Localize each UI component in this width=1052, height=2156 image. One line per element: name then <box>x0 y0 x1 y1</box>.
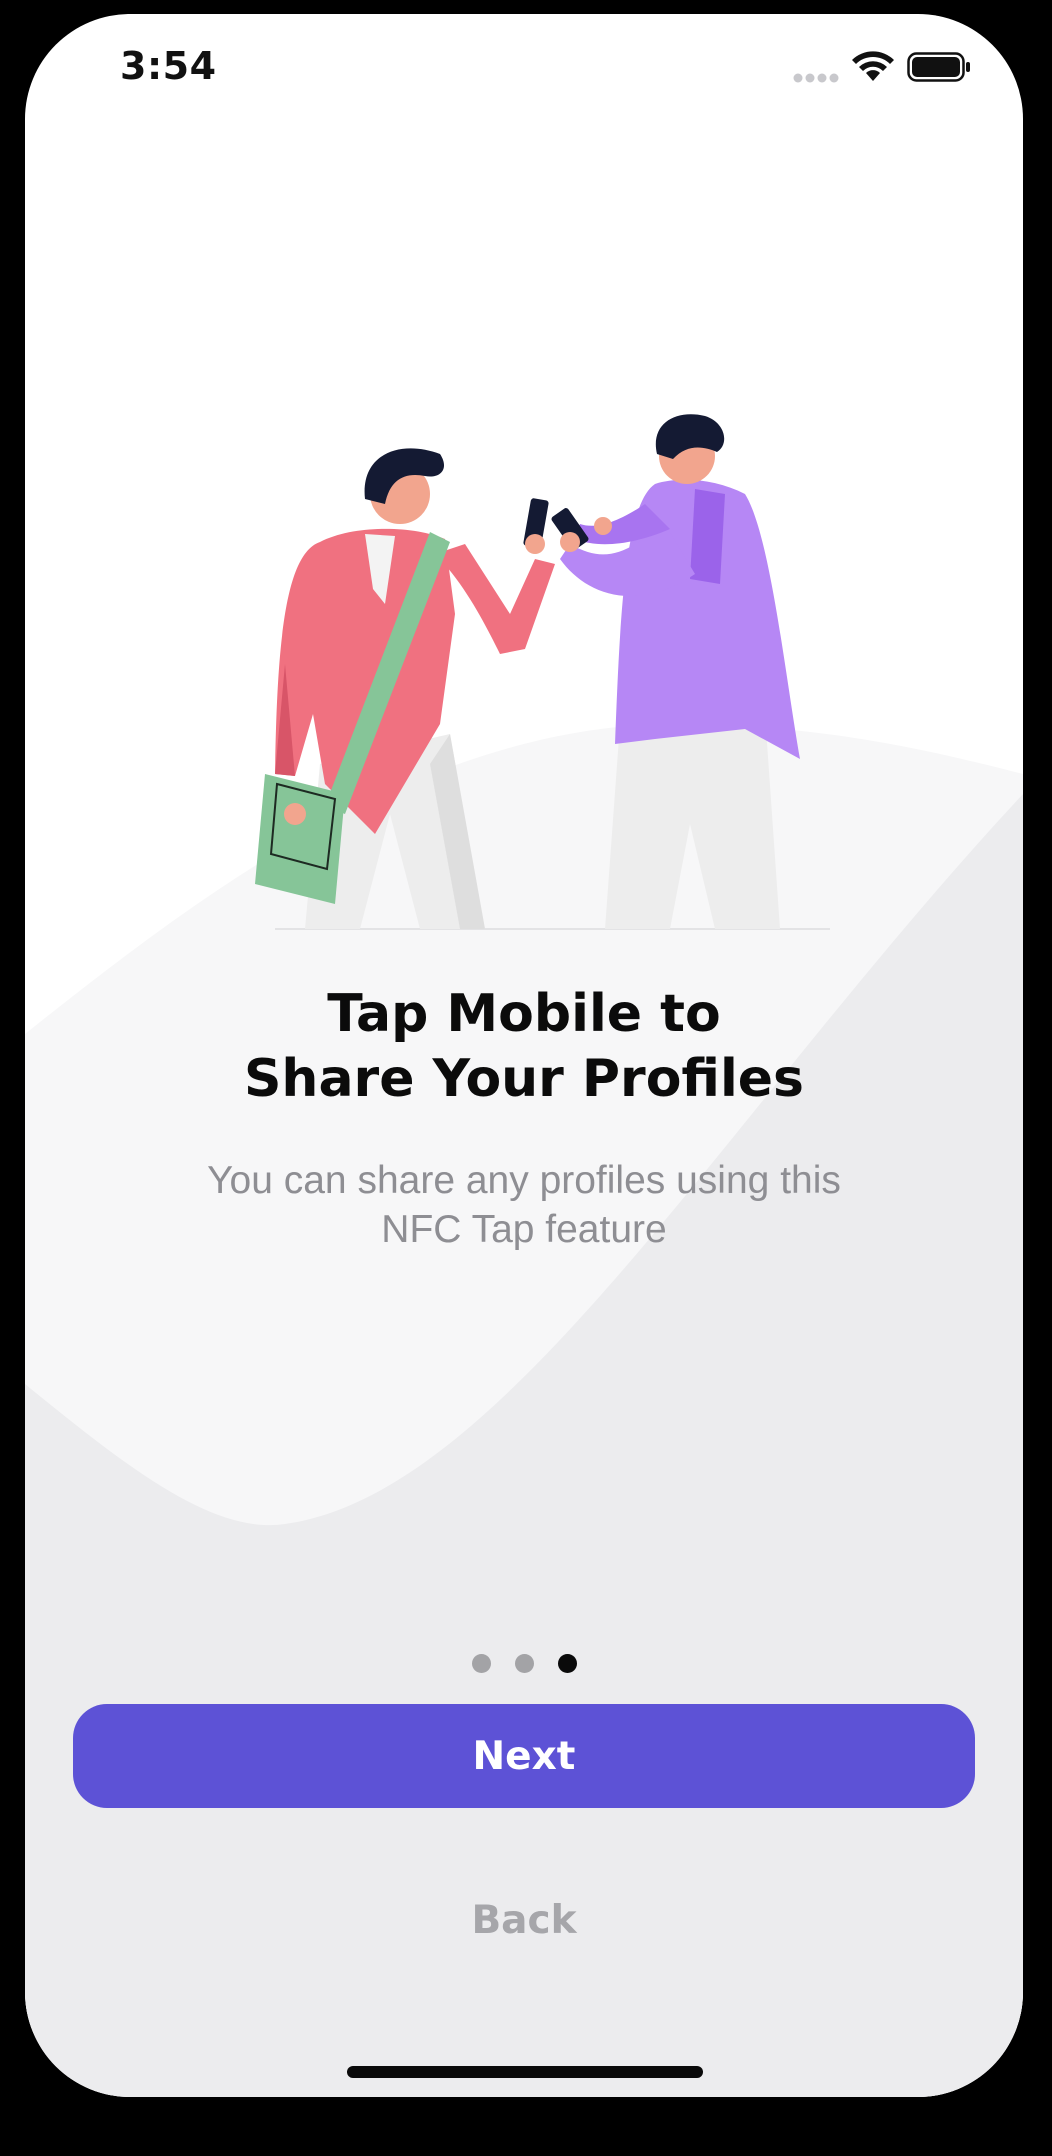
status-time: 3:54 <box>120 44 217 88</box>
subtitle-line-2: NFC Tap feature <box>381 1208 667 1251</box>
subtitle-line-1: You can share any profiles using this <box>207 1159 841 1202</box>
onboarding-title: Tap Mobile to Share Your Profiles <box>25 982 1023 1112</box>
phone-screen: 3:54 Tap Mobile to Share Your Profiles Y… <box>25 14 1023 2097</box>
title-line-1: Tap Mobile to <box>327 984 721 1044</box>
title-line-2: Share Your Profiles <box>243 1049 804 1109</box>
wifi-icon <box>852 51 894 81</box>
page-indicator <box>25 1654 1023 1673</box>
next-button[interactable]: Next <box>73 1704 975 1808</box>
onboarding-subtitle: You can share any profiles using this NF… <box>155 1156 893 1254</box>
page-dot-2[interactable] <box>514 1654 534 1673</box>
home-indicator <box>347 2066 703 2078</box>
battery-icon <box>907 52 970 82</box>
page-dot-3-active[interactable] <box>557 1654 577 1673</box>
page-dot-1[interactable] <box>471 1654 491 1673</box>
cellular-signal-icon <box>793 73 839 83</box>
back-button[interactable]: Back <box>424 1890 624 1950</box>
two-people-sharing-phones-illustration <box>255 414 830 930</box>
